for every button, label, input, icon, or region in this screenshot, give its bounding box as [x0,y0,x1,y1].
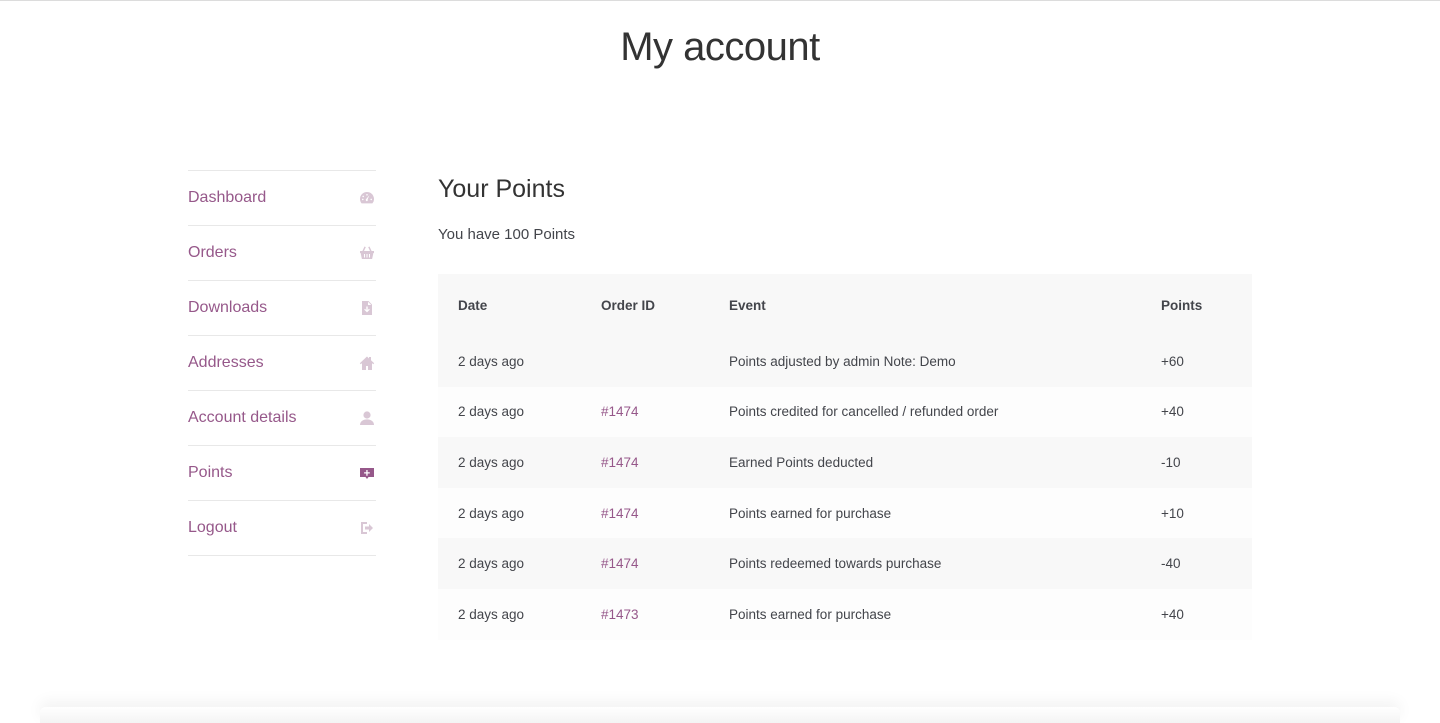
row-points: +40 [1161,386,1252,438]
nav-item-label: Logout [188,519,237,536]
nav-item-orders[interactable]: Orders [188,226,376,281]
row-date: 2 days ago [438,336,601,387]
row-points: -10 [1161,437,1252,488]
home-icon [358,354,376,372]
column-header-date: Date [438,274,601,336]
nav-item-logout[interactable]: Logout [188,501,376,556]
nav-item-downloads[interactable]: Downloads [188,281,376,336]
points-icon [358,464,376,482]
order-link[interactable]: #1474 [601,506,639,521]
order-link[interactable]: #1474 [601,556,639,571]
row-event: Points redeemed towards purchase [729,538,1161,589]
nav-item-label: Dashboard [188,189,267,206]
section-title: Your Points [438,175,565,203]
table-row: 2 days ago #1474 Points redeemed towards… [438,538,1252,589]
row-date: 2 days ago [438,588,601,640]
row-date: 2 days ago [438,487,601,539]
user-icon [358,409,376,427]
logout-icon [358,519,376,537]
row-order-id: #1474 [601,487,729,539]
row-order-id [601,336,729,387]
row-points: +40 [1161,588,1252,640]
table-row: 2 days ago #1474 Points credited for can… [438,386,1252,438]
row-event: Earned Points deducted [729,437,1161,488]
row-points: -40 [1161,538,1252,589]
table-row: 2 days ago #1474 Earned Points deducted … [438,437,1252,488]
row-order-id: #1474 [601,386,729,438]
column-header-event: Event [729,274,1161,336]
nav-item-addresses[interactable]: Addresses [188,336,376,391]
row-event: Points earned for purchase [729,487,1161,539]
footer-edge [40,707,1400,723]
row-date: 2 days ago [438,538,601,589]
row-points: +10 [1161,487,1252,539]
row-event: Points adjusted by admin Note: Demo [729,336,1161,387]
basket-icon [358,244,376,262]
order-link[interactable]: #1473 [601,607,639,622]
row-event: Points credited for cancelled / refunded… [729,386,1161,438]
row-order-id: #1473 [601,588,729,640]
order-link[interactable]: #1474 [601,404,639,419]
order-link[interactable]: #1474 [601,455,639,470]
page-title: My account [620,25,820,69]
points-table: Date Order ID Event Points 2 days ago Po… [438,274,1252,640]
row-date: 2 days ago [438,386,601,438]
table-row: 2 days ago #1473 Points earned for purch… [438,588,1252,640]
points-summary: You have 100 Points [438,226,576,243]
column-header-order-id: Order ID [601,274,729,336]
row-order-id: #1474 [601,437,729,488]
row-date: 2 days ago [438,437,601,488]
nav-item-label: Orders [188,244,237,261]
dashboard-icon [358,189,376,207]
nav-item-dashboard[interactable]: Dashboard [188,171,376,226]
row-order-id: #1474 [601,538,729,589]
nav-item-label: Addresses [188,354,264,371]
table-header-row: Date Order ID Event Points [438,274,1252,336]
table-row: 2 days ago Points adjusted by admin Note… [438,336,1252,387]
points-content: Your Points You have 100 Points Date Ord… [438,175,1252,640]
nav-item-label: Account details [188,409,297,426]
row-points: +60 [1161,336,1252,387]
row-event: Points earned for purchase [729,588,1161,640]
nav-item-points[interactable]: Points [188,446,376,501]
account-navigation: Dashboard Orders Downloads Addresses Acc… [188,170,376,556]
nav-item-label: Points [188,464,233,481]
table-row: 2 days ago #1474 Points earned for purch… [438,487,1252,539]
nav-item-label: Downloads [188,299,268,316]
file-download-icon [358,299,376,317]
nav-item-account-details[interactable]: Account details [188,391,376,446]
column-header-points: Points [1161,274,1252,336]
